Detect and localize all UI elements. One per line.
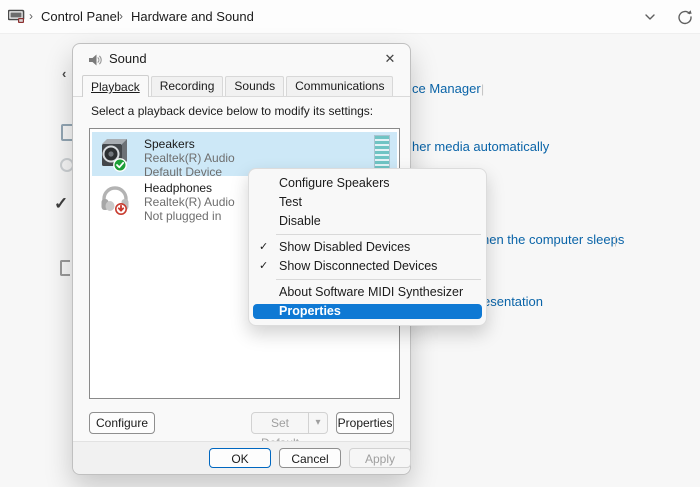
link-device-manager-partial[interactable]: ce Manager [412, 81, 481, 96]
apply-button[interactable]: Apply [349, 448, 411, 468]
tab-strip: Playback Recording Sounds Communications [73, 75, 410, 97]
menu-item-label: Show Disabled Devices [279, 240, 410, 254]
control-panel-icon [8, 9, 25, 24]
menu-item-about-midi-synthesizer[interactable]: About Software MIDI Synthesizer [249, 283, 486, 302]
tab-playback[interactable]: Playback [82, 75, 149, 97]
menu-item-label: Show Disconnected Devices [279, 259, 437, 273]
tab-communications[interactable]: Communications [286, 76, 393, 96]
check-icon: ✓ [259, 238, 275, 257]
menu-item-test[interactable]: Test [249, 193, 486, 212]
close-icon[interactable]: ✕ [380, 49, 400, 69]
menu-item-show-disconnected-devices[interactable]: ✓ Show Disconnected Devices [249, 257, 486, 276]
device-name: Headphones [144, 181, 235, 195]
menu-item-disable[interactable]: Disable [249, 212, 486, 231]
set-default-label: Set Default [252, 413, 308, 433]
menu-separator [276, 279, 481, 280]
breadcrumb-bar: › Control Panel › Hardware and Sound [0, 0, 700, 34]
refresh-icon[interactable] [676, 8, 694, 26]
breadcrumb-control-panel[interactable]: Control Panel [41, 0, 120, 33]
menu-separator [276, 234, 481, 235]
device-driver: Realtek(R) Audio [144, 195, 235, 209]
device-status: Not plugged in [144, 209, 235, 223]
set-default-button[interactable]: Set Default ▾ [251, 412, 328, 434]
device-info: Speakers Realtek(R) Audio Default Device [144, 137, 235, 179]
speaker-icon [87, 52, 103, 68]
dialog-title: Sound [109, 44, 147, 74]
headphones-device-icon [97, 180, 133, 216]
menu-item-properties[interactable]: Properties [253, 304, 482, 319]
tab-sounds[interactable]: Sounds [225, 76, 284, 96]
breadcrumb-chevron: › [29, 0, 33, 33]
link-separator: | [481, 82, 484, 96]
cancel-button[interactable]: Cancel [279, 448, 341, 468]
configure-button[interactable]: Configure [89, 412, 155, 434]
menu-item-show-disabled-devices[interactable]: ✓ Show Disabled Devices [249, 238, 486, 257]
check-icon: ✓ [259, 257, 275, 276]
instruction-text: Select a playback device below to modify… [91, 104, 373, 118]
dialog-footer: OK Cancel Apply [73, 441, 410, 474]
ok-button[interactable]: OK [209, 448, 271, 468]
device-name: Speakers [144, 137, 235, 151]
partial-icon-fragment: ✓ [54, 194, 68, 214]
device-driver: Realtek(R) Audio [144, 151, 235, 165]
breadcrumb-hardware-and-sound[interactable]: Hardware and Sound [131, 0, 254, 33]
dialog-titlebar: Sound ✕ [73, 44, 410, 74]
link-separator: | [614, 233, 617, 247]
partial-icon-fragment [60, 260, 70, 276]
link-presentation-partial[interactable]: esentation [483, 294, 543, 309]
properties-button[interactable]: Properties [336, 412, 394, 434]
link-computer-sleeps-partial[interactable]: hen the computer sleeps [482, 232, 624, 247]
breadcrumb-chevron: › [119, 0, 123, 33]
link-play-media-partial[interactable]: her media automatically [412, 139, 549, 154]
speakers-device-icon [97, 136, 133, 172]
partial-icon-fragment: ‹ [62, 66, 66, 81]
set-default-dropdown-icon[interactable]: ▾ [308, 413, 327, 433]
menu-item-configure-speakers[interactable]: Configure Speakers [249, 174, 486, 193]
device-info: Headphones Realtek(R) Audio Not plugged … [144, 181, 235, 223]
context-menu: Configure Speakers Test Disable ✓ Show D… [248, 168, 487, 326]
tab-recording[interactable]: Recording [151, 76, 224, 96]
chevron-down-icon[interactable] [641, 8, 659, 26]
